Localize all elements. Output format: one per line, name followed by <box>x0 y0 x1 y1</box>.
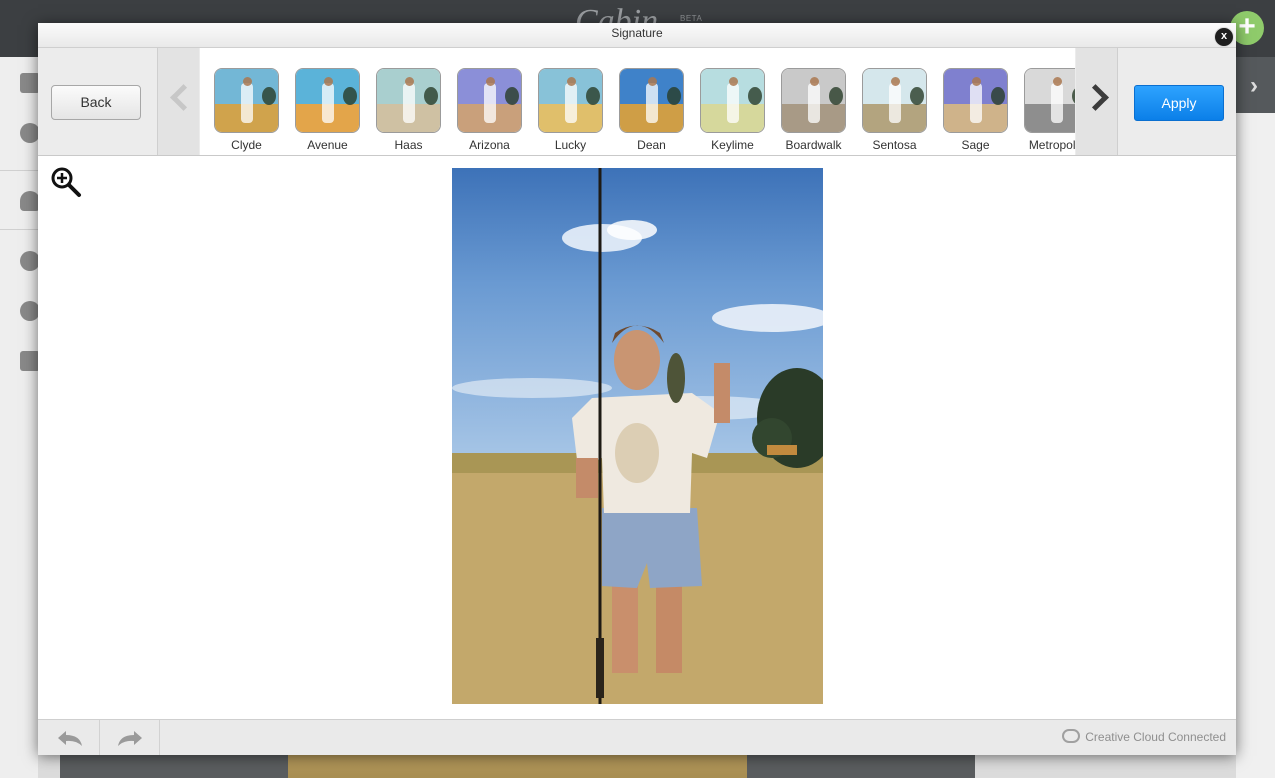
filter-sage[interactable]: Sage <box>943 68 1008 152</box>
redo-icon[interactable] <box>110 726 150 750</box>
people-icon[interactable] <box>20 123 40 143</box>
filter-lucky[interactable]: Lucky <box>538 68 603 152</box>
filter-label: Arizona <box>469 138 510 152</box>
filter-thumbnail <box>700 68 765 133</box>
filter-thumbnail <box>538 68 603 133</box>
filter-thumbnail <box>619 68 684 133</box>
dialog-titlebar: Signature <box>38 23 1236 48</box>
filter-label: Sage <box>961 138 990 152</box>
sidebar-divider <box>0 170 38 171</box>
chevron-right-icon <box>1082 84 1109 111</box>
filter-thumbnail <box>457 68 522 133</box>
filter-label: Metropolis <box>1028 138 1075 152</box>
filter-label: Clyde <box>231 138 262 152</box>
creative-cloud-label: Creative Cloud Connected <box>1085 730 1226 744</box>
calendar-icon[interactable] <box>20 73 40 93</box>
bell-icon[interactable] <box>20 191 40 211</box>
filter-haas[interactable]: Haas <box>376 68 441 152</box>
filter-thumbnail <box>376 68 441 133</box>
edited-photo <box>452 168 823 704</box>
filter-thumbnail <box>1024 68 1075 133</box>
filter-toolbar: Back Clyde Avenue Haas Arizona Lucky Dean Keyl… <box>38 48 1236 156</box>
editor-footer: Creative Cloud Connected <box>38 719 1236 755</box>
filter-clyde[interactable]: Clyde <box>214 68 279 152</box>
chevron-left-icon <box>170 84 197 111</box>
filters-next-button[interactable] <box>1076 48 1117 155</box>
creative-cloud-status: Creative Cloud Connected <box>1062 729 1226 744</box>
filter-label: Boardwalk <box>785 138 842 152</box>
filter-label: Avenue <box>307 138 348 152</box>
filter-thumbnail <box>943 68 1008 133</box>
filter-avenue[interactable]: Avenue <box>295 68 360 152</box>
photo-editor-dialog: Signature x Back Clyde Avenue Haas Arizona L… <box>38 23 1236 755</box>
filter-thumbnail <box>781 68 846 133</box>
sign-out-icon[interactable] <box>20 351 40 371</box>
beta-badge: BETA <box>680 14 703 23</box>
filter-boardwalk[interactable]: Boardwalk <box>781 68 846 152</box>
footer-divider <box>99 720 100 755</box>
filter-thumbnail <box>214 68 279 133</box>
undo-icon[interactable] <box>50 726 90 750</box>
filter-label: Sentosa <box>872 138 917 152</box>
close-button[interactable]: x <box>1214 27 1234 47</box>
filter-label: Dean <box>637 138 666 152</box>
filter-thumbnail <box>862 68 927 133</box>
filter-label: Haas <box>394 138 423 152</box>
apply-button[interactable]: Apply <box>1134 85 1224 121</box>
background-photo <box>288 752 747 778</box>
filter-arizona[interactable]: Arizona <box>457 68 522 152</box>
app-sidebar <box>0 57 40 778</box>
filter-label: Keylime <box>711 138 754 152</box>
dialog-title: Signature <box>611 26 663 40</box>
creative-cloud-icon <box>1062 729 1081 743</box>
gear-icon[interactable] <box>20 251 40 271</box>
help-icon[interactable] <box>20 301 40 321</box>
filter-strip: Clyde Avenue Haas Arizona Lucky Dean Keylime Bo… <box>200 48 1075 155</box>
filter-sentosa[interactable]: Sentosa <box>862 68 927 152</box>
back-button[interactable]: Back <box>51 85 141 120</box>
toolbar-divider <box>1117 48 1118 155</box>
zoom-in-icon[interactable] <box>50 166 82 198</box>
filter-metropolis[interactable]: Metropolis <box>1024 68 1075 152</box>
app-right-panel <box>1236 57 1275 778</box>
filters-prev-button[interactable] <box>158 48 199 155</box>
filter-label: Lucky <box>554 138 587 152</box>
filter-thumbnail <box>295 68 360 133</box>
sidebar-divider <box>0 229 38 230</box>
filter-keylime[interactable]: Keylime <box>700 68 765 152</box>
chevron-right-icon[interactable]: › <box>1250 72 1258 100</box>
filter-dean[interactable]: Dean <box>619 68 684 152</box>
footer-divider <box>159 720 160 755</box>
editor-canvas <box>38 156 1236 719</box>
photo-scene <box>452 168 823 704</box>
